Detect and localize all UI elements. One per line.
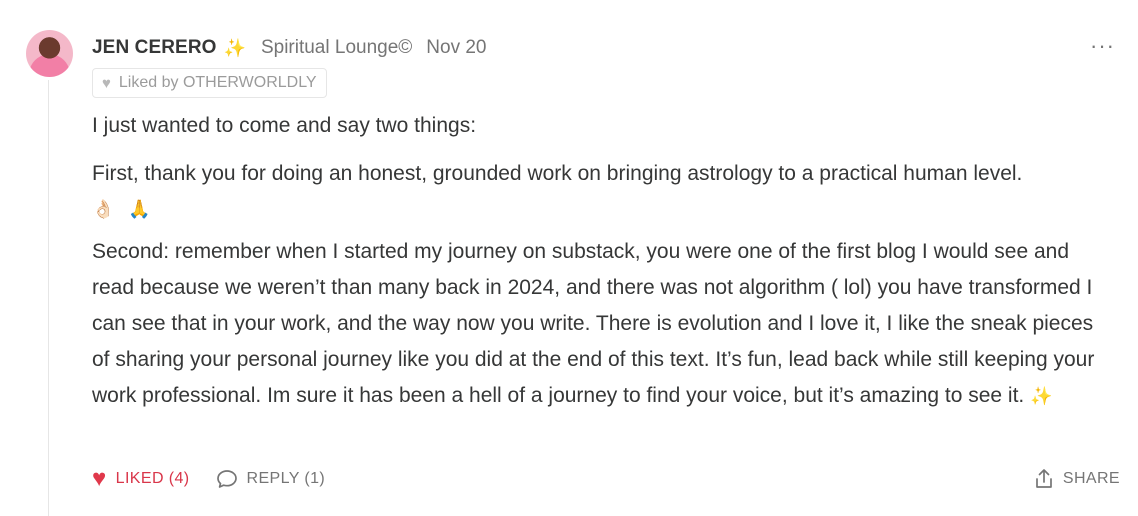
like-button[interactable]: ♥ LIKED (4) [92, 465, 190, 493]
thread-line [48, 80, 49, 516]
like-label: LIKED (4) [115, 470, 190, 487]
reply-button[interactable]: REPLY (1) [216, 469, 326, 489]
heart-icon: ♥ [102, 74, 111, 92]
reply-label: REPLY (1) [246, 470, 326, 487]
avatar[interactable] [26, 30, 73, 77]
liked-by-text: Liked by OTHERWORLDLY [118, 74, 317, 91]
ok-hand-emoji: 👌🏻 [92, 199, 115, 219]
sparkle-emoji: ✨ [1030, 386, 1053, 406]
comment-date[interactable]: Nov 20 [426, 37, 486, 59]
speech-bubble-icon [216, 470, 237, 488]
praying-hands-emoji: 🙏 [128, 199, 151, 219]
comment-header: JEN CERERO ✨ Spiritual Lounge© Nov 20 [92, 36, 486, 60]
publication-link[interactable]: Spiritual Lounge© [261, 37, 412, 59]
comment-actions: ♥ LIKED (4) REPLY (1) SHARE [92, 464, 1120, 494]
share-label: SHARE [1062, 470, 1120, 487]
liked-by-badge: ♥ Liked by OTHERWORLDLY [92, 68, 327, 98]
share-button[interactable]: SHARE [1034, 468, 1120, 490]
comment-paragraph: I just wanted to come and say two things… [92, 114, 477, 137]
comment-paragraph: Second: remember when I started my journ… [92, 234, 1112, 414]
comment-paragraph-text: Second: remember when I started my journ… [92, 240, 1095, 407]
sparkle-icon: ✨ [223, 37, 246, 58]
more-options-icon[interactable]: ··· [1090, 35, 1115, 57]
author-name[interactable]: JEN CERERO [92, 37, 217, 59]
comment-body: I just wanted to come and say two things… [92, 108, 1112, 426]
emoji-line: 👌🏻 🙏 [92, 192, 1112, 226]
share-icon [1036, 469, 1052, 488]
heart-filled-icon: ♥ [92, 465, 107, 492]
comment-paragraph: First, thank you for doing an honest, gr… [92, 162, 1023, 185]
